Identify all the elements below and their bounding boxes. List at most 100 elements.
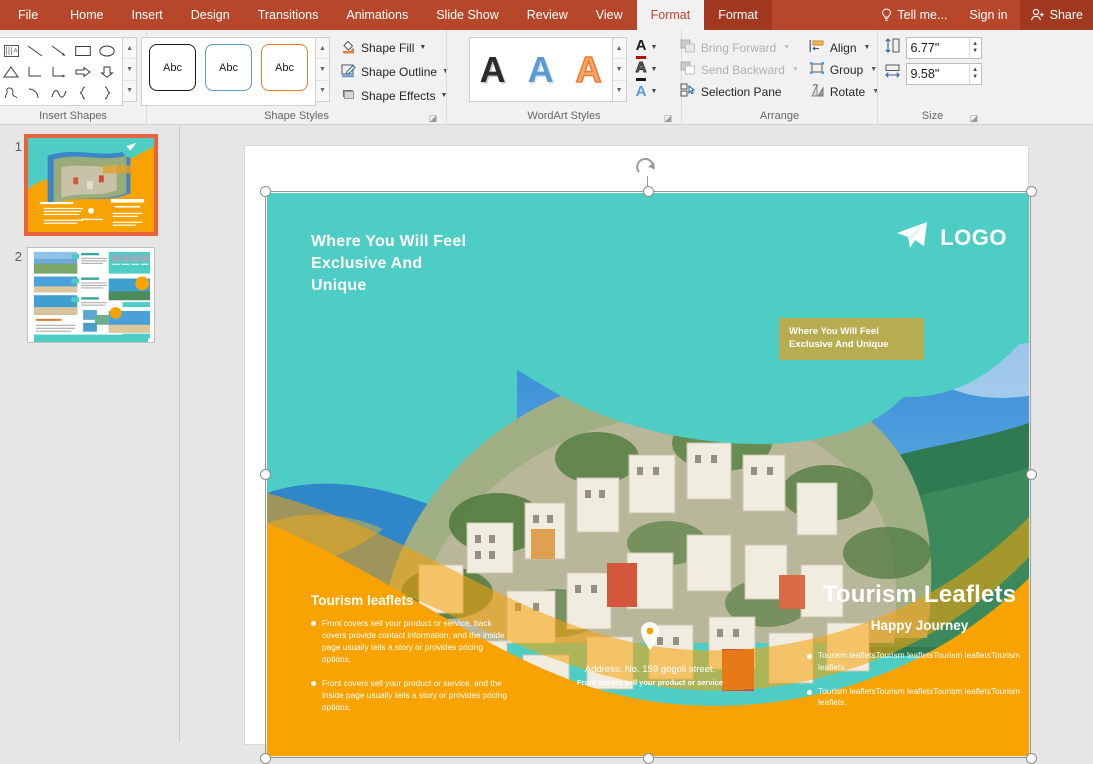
wordart-preview-1[interactable]: A bbox=[480, 52, 506, 88]
align-button[interactable]: Align ▼ bbox=[805, 37, 883, 58]
shape-styles-scrollbar[interactable]: ▲ ▼ ▼ bbox=[316, 37, 330, 102]
selection-handle-middle-right[interactable] bbox=[1026, 469, 1037, 480]
wordart-scroll-up-icon[interactable]: ▲ bbox=[613, 38, 626, 59]
shape-styles-gallery[interactable]: Abc Abc Abc bbox=[141, 37, 316, 106]
oval-shape-icon[interactable] bbox=[96, 41, 118, 61]
shape-styles-dialog-launcher[interactable]: ◪ bbox=[428, 113, 438, 123]
shape-effects-button[interactable]: Shape Effects ▼ bbox=[338, 85, 452, 106]
slide-thumbnail-pane[interactable]: 1 bbox=[0, 125, 180, 742]
wordart-preview-3[interactable]: A bbox=[576, 52, 602, 88]
rotate-button[interactable]: Rotate ▼ bbox=[805, 81, 883, 102]
selection-handle-bottom-center[interactable] bbox=[643, 753, 654, 764]
selection-handle-bottom-right[interactable] bbox=[1026, 753, 1037, 764]
shape-outline-button[interactable]: Shape Outline ▼ bbox=[338, 61, 452, 82]
shape-style-preview-2[interactable]: Abc bbox=[205, 44, 252, 91]
shapes-gallery-more-icon[interactable]: ▼ bbox=[123, 81, 136, 101]
slide-thumbnail-1[interactable] bbox=[27, 137, 155, 233]
shape-height-spin-arrows[interactable]: ▲▼ bbox=[969, 38, 981, 58]
selection-handle-middle-left[interactable] bbox=[260, 469, 271, 480]
shapes-gallery-scrollbar[interactable]: ▲ ▼ ▼ bbox=[123, 37, 137, 102]
rectangle-shape-icon[interactable] bbox=[72, 41, 94, 61]
tab-review[interactable]: Review bbox=[513, 0, 582, 30]
shapes-scroll-up-icon[interactable]: ▲ bbox=[123, 38, 136, 59]
slide-1-content[interactable]: Where You Will Feel Exclusive And Unique… bbox=[267, 193, 1029, 756]
text-outline-button[interactable]: A ▼ bbox=[634, 59, 660, 80]
align-dropdown-icon[interactable]: ▼ bbox=[864, 44, 871, 51]
shape-style-preview-3[interactable]: Abc bbox=[261, 44, 308, 91]
text-effects-dropdown-icon[interactable]: ▼ bbox=[650, 88, 657, 95]
right-brace-shape-icon[interactable] bbox=[96, 83, 118, 103]
shape-width-stepper[interactable]: ▲▼ bbox=[906, 63, 982, 85]
tab-animations[interactable]: Animations bbox=[332, 0, 422, 30]
size-dialog-launcher[interactable]: ◪ bbox=[969, 113, 979, 123]
elbow-arrow-connector-shape-icon[interactable] bbox=[48, 62, 70, 82]
slide-address-block[interactable]: Address: No. 159 gogoli street. Front co… bbox=[565, 621, 735, 687]
send-backward-button[interactable]: Send Backward ▼ bbox=[676, 59, 803, 80]
shape-fill-button[interactable]: Shape Fill ▼ bbox=[338, 37, 452, 58]
shape-height-stepper[interactable]: ▲▼ bbox=[906, 37, 982, 59]
freeform-scribble-shape-icon[interactable] bbox=[0, 83, 22, 103]
tab-insert[interactable]: Insert bbox=[118, 0, 177, 30]
tab-format-active[interactable]: Format bbox=[637, 0, 705, 30]
tab-file[interactable]: File bbox=[0, 0, 56, 30]
slide-logo[interactable]: LOGO bbox=[893, 219, 1007, 256]
tab-format-picture[interactable]: Format bbox=[704, 0, 772, 30]
wordart-scroll-down-icon[interactable]: ▼ bbox=[613, 59, 626, 80]
left-brace-shape-icon[interactable] bbox=[72, 83, 94, 103]
text-fill-button[interactable]: A ▼ bbox=[634, 37, 660, 58]
wordart-styles-scrollbar[interactable]: ▲ ▼ ▼ bbox=[613, 37, 627, 102]
tab-view[interactable]: View bbox=[582, 0, 637, 30]
height-spin-up-icon[interactable]: ▲ bbox=[972, 41, 978, 48]
selection-handle-bottom-left[interactable] bbox=[260, 753, 271, 764]
shapes-scroll-down-icon[interactable]: ▼ bbox=[123, 59, 136, 80]
slide-canvas-area[interactable]: Where You Will Feel Exclusive And Unique… bbox=[180, 125, 1093, 742]
tab-slide-show[interactable]: Slide Show bbox=[422, 0, 513, 30]
shape-styles-scroll-down-icon[interactable]: ▼ bbox=[316, 59, 329, 80]
rotate-handle-icon[interactable] bbox=[634, 165, 660, 182]
height-spin-down-icon[interactable]: ▼ bbox=[972, 48, 978, 55]
slide-thumbnail-2[interactable] bbox=[27, 247, 155, 343]
shape-style-preview-1[interactable]: Abc bbox=[149, 44, 196, 91]
slide-photo-badge[interactable]: Where You Will Feel Exclusive And Unique bbox=[779, 318, 924, 360]
curve-shape-icon[interactable] bbox=[48, 83, 70, 103]
arc-shape-icon[interactable] bbox=[24, 83, 46, 103]
sign-in-button[interactable]: Sign in bbox=[957, 0, 1019, 30]
bring-forward-button[interactable]: Bring Forward ▼ bbox=[676, 37, 803, 58]
vertical-text-box-shape-icon[interactable]: A bbox=[0, 41, 22, 61]
arrow-line-shape-icon[interactable] bbox=[48, 41, 70, 61]
wordart-styles-gallery[interactable]: A A A bbox=[469, 37, 613, 102]
thumbnail-row-2[interactable]: 2 bbox=[0, 247, 179, 343]
shape-width-spin-arrows[interactable]: ▲▼ bbox=[969, 64, 981, 84]
shape-styles-scroll-up-icon[interactable]: ▲ bbox=[316, 38, 329, 59]
width-spin-down-icon[interactable]: ▼ bbox=[972, 74, 978, 81]
shape-fill-dropdown-icon[interactable]: ▼ bbox=[419, 44, 426, 51]
bring-forward-dropdown-icon[interactable]: ▼ bbox=[783, 44, 790, 51]
tab-transitions[interactable]: Transitions bbox=[244, 0, 333, 30]
send-backward-dropdown-icon[interactable]: ▼ bbox=[792, 66, 799, 73]
text-outline-dropdown-icon[interactable]: ▼ bbox=[650, 66, 657, 73]
selection-handle-top-left[interactable] bbox=[260, 186, 271, 197]
wordart-more-icon[interactable]: ▼ bbox=[613, 81, 626, 101]
width-spin-up-icon[interactable]: ▲ bbox=[972, 67, 978, 74]
line-shape-icon[interactable] bbox=[24, 41, 46, 61]
tab-design[interactable]: Design bbox=[177, 0, 244, 30]
triangle-shape-icon[interactable] bbox=[0, 62, 22, 82]
shapes-gallery[interactable]: A A bbox=[0, 37, 123, 106]
shape-width-input[interactable] bbox=[907, 64, 969, 84]
tell-me-box[interactable]: Tell me... bbox=[871, 0, 957, 30]
wordart-styles-dialog-launcher[interactable]: ◪ bbox=[663, 113, 673, 123]
shape-styles-more-icon[interactable]: ▼ bbox=[316, 81, 329, 101]
elbow-connector-shape-icon[interactable] bbox=[24, 62, 46, 82]
right-arrow-shape-icon[interactable] bbox=[72, 62, 94, 82]
tab-home[interactable]: Home bbox=[56, 0, 117, 30]
group-button[interactable]: Group ▼ bbox=[805, 59, 883, 80]
selection-pane-button[interactable]: Selection Pane bbox=[676, 81, 803, 102]
text-fill-dropdown-icon[interactable]: ▼ bbox=[650, 44, 657, 51]
selection-handle-top-right[interactable] bbox=[1026, 186, 1037, 197]
wordart-preview-2[interactable]: A bbox=[528, 52, 554, 88]
selection-handle-top-center[interactable] bbox=[643, 186, 654, 197]
text-effects-button[interactable]: A ▼ bbox=[634, 81, 660, 102]
shape-height-input[interactable] bbox=[907, 38, 969, 58]
slide-right-text-block[interactable]: Tourism Leaflets Happy Journey Tourism l… bbox=[807, 581, 1029, 721]
share-button[interactable]: Share bbox=[1020, 0, 1093, 30]
